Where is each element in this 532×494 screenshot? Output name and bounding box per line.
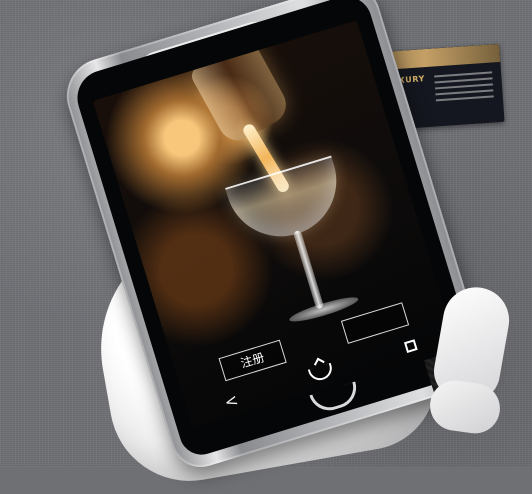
home-icon[interactable] — [307, 362, 335, 384]
card-contact-lines — [434, 67, 494, 105]
bottle-image — [188, 37, 294, 148]
cocktail-glass-stem — [292, 229, 325, 310]
recent-apps-icon[interactable] — [403, 338, 418, 353]
back-icon[interactable]: < — [222, 389, 240, 411]
cocktail-glass-bowl — [224, 155, 351, 251]
